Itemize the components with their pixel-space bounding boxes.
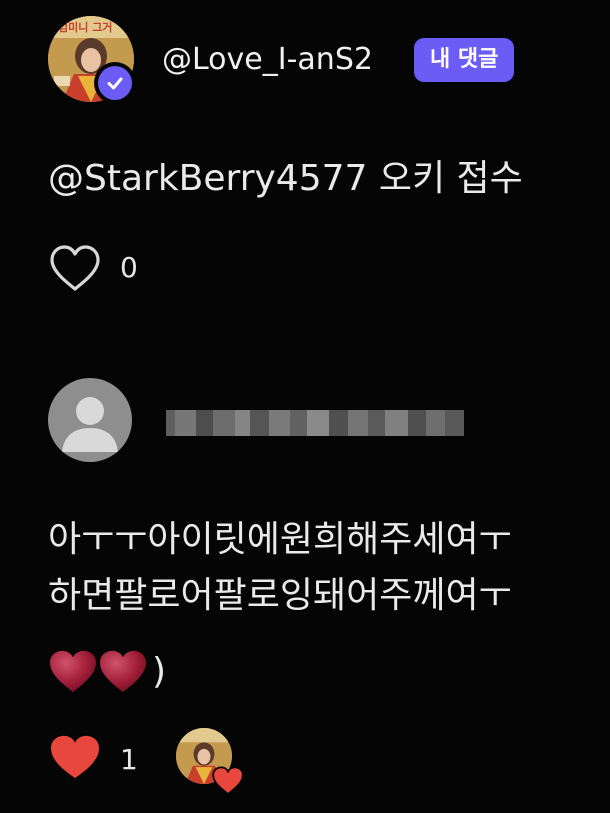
default-user-avatar-icon[interactable] (48, 378, 132, 462)
avatar-caption: 엄미니 그거 (58, 21, 113, 34)
comment-emoji-line: ) (48, 644, 166, 700)
comment-text: 아ㅜㅜ아이릿에원희해주세여ㅜ 하면팔로어팔로잉돼어주께여ㅜ (48, 512, 610, 624)
comment-author-name[interactable]: @Love_I-anS2 (162, 42, 373, 78)
like-button[interactable] (48, 734, 102, 782)
like-count: 0 (120, 251, 138, 284)
red-heart-emoji (50, 650, 96, 693)
verified-badge (94, 62, 136, 104)
blurred-author-name (166, 410, 464, 436)
like-button[interactable] (48, 244, 102, 294)
verified-check-icon (98, 66, 132, 100)
like-count: 1 (120, 743, 138, 776)
heart-filled-icon (51, 735, 99, 779)
creator-heart-icon (212, 766, 244, 796)
comment-text: @StarkBerry4577 오키 접수 (48, 158, 523, 199)
heart-outline-icon (50, 245, 100, 291)
comment-text-line-2: 하면팔로어팔로잉돼어주께여ㅜ (48, 575, 512, 616)
comment-text-tail: ) (152, 651, 167, 692)
red-heart-emoji (100, 650, 146, 693)
comment-text-line-1: 아ㅜㅜ아이릿에원희해주세여ㅜ (48, 519, 512, 560)
my-comment-badge: 내 댓글 (414, 38, 515, 82)
